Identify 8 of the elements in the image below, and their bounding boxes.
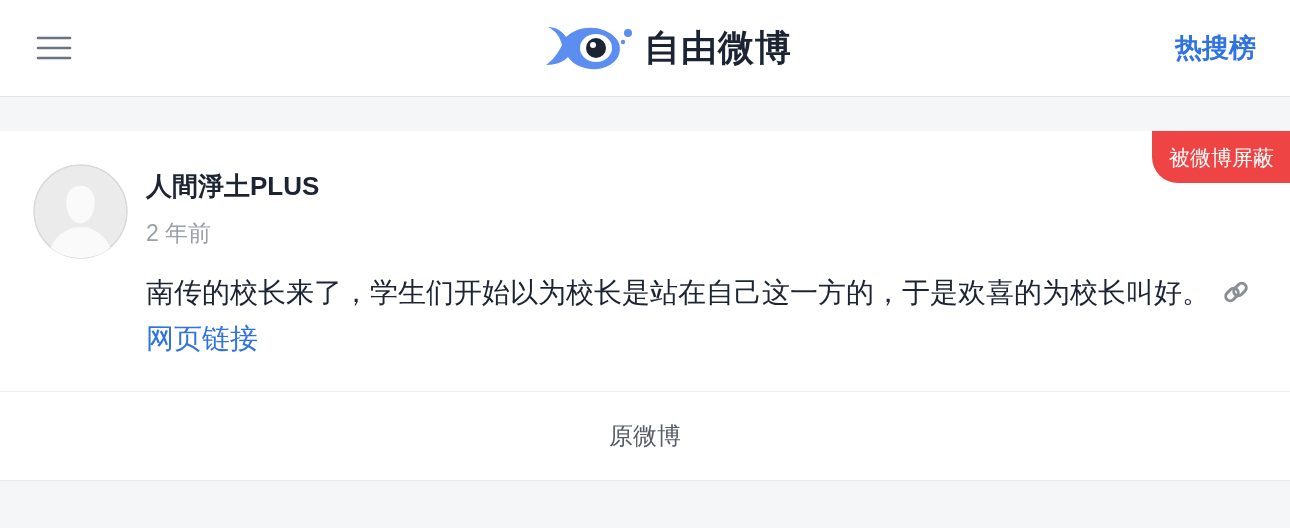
web-link[interactable]: 网页链接 bbox=[146, 322, 258, 354]
logo-text[interactable]: 自由微博 bbox=[643, 21, 792, 75]
post-text: 南传的校长来了，学生们开始以为校长是站在自己这一方的，于是欢喜的为校长叫好。 网页链接 bbox=[146, 270, 1260, 361]
post-time: 2 年前 bbox=[146, 218, 213, 248]
original-post-link[interactable]: 原微博 bbox=[609, 418, 681, 454]
menu-icon[interactable] bbox=[36, 36, 72, 60]
hot-search-link[interactable]: 热搜榜 bbox=[1175, 27, 1256, 69]
blocked-badge: 被微博屏蔽 bbox=[1152, 131, 1290, 184]
